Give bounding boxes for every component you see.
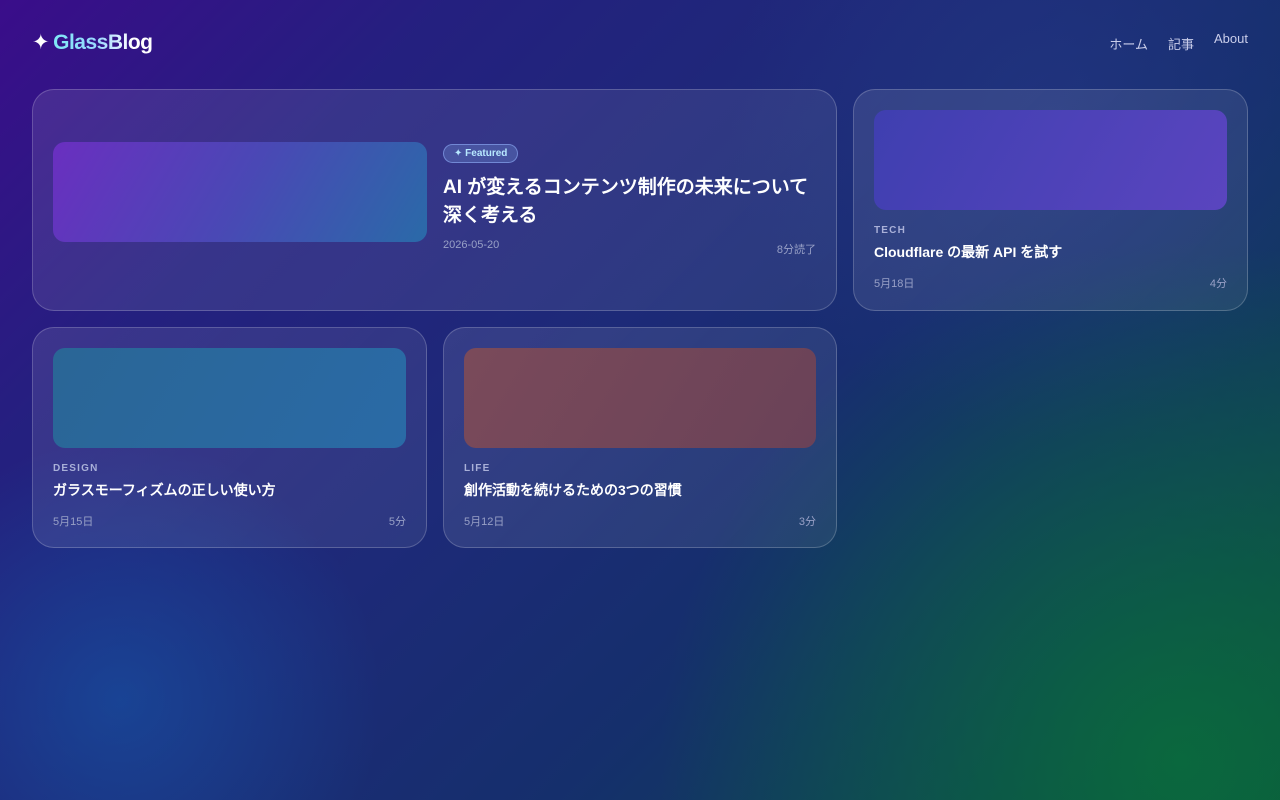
post-title[interactable]: Cloudflare の最新 API を試す <box>874 243 1062 261</box>
brand-name: GlassBlog <box>53 30 153 54</box>
site-logo[interactable]: ✦ GlassBlog <box>32 30 153 55</box>
featured-post-thumbnail <box>53 142 427 242</box>
post-category: TECH <box>874 225 907 236</box>
post-title[interactable]: 創作活動を続けるための3つの習慣 <box>464 481 682 499</box>
site-header: ✦ GlassBlog ホーム 記事 About <box>32 30 1248 60</box>
post-category: DESIGN <box>53 463 99 474</box>
featured-post-date: 2026-05-20 <box>443 239 500 251</box>
main-nav: ホーム 記事 About <box>1109 31 1248 53</box>
post-card[interactable]: LIFE 創作活動を続けるための3つの習慣 5月12日 3分 <box>443 327 837 548</box>
post-thumbnail <box>53 348 406 448</box>
post-date: 5月15日 <box>53 516 94 528</box>
post-read-time: 4分 <box>1209 278 1227 290</box>
post-date: 5月18日 <box>874 278 915 290</box>
nav-articles[interactable]: 記事 <box>1168 34 1194 53</box>
post-category: LIFE <box>464 463 491 474</box>
post-card[interactable]: TECH Cloudflare の最新 API を試す 5月18日 4分 <box>853 89 1248 311</box>
featured-post-title[interactable]: AI が変えるコンテンツ制作の未来について深く考える <box>443 174 821 230</box>
post-title[interactable]: ガラスモーフィズムの正しい使い方 <box>53 481 276 499</box>
post-read-time: 3分 <box>798 516 816 528</box>
sparkle-icon: ✦ <box>32 31 50 54</box>
post-thumbnail <box>464 348 816 448</box>
post-read-time: 5分 <box>388 516 406 528</box>
nav-home[interactable]: ホーム <box>1109 34 1148 53</box>
nav-about[interactable]: About <box>1214 31 1248 50</box>
post-date: 5月12日 <box>464 516 505 528</box>
post-card[interactable]: DESIGN ガラスモーフィズムの正しい使い方 5月15日 5分 <box>32 327 427 548</box>
featured-post-card[interactable]: ✦ Featured AI が変えるコンテンツ制作の未来について深く考える 20… <box>32 89 837 311</box>
post-thumbnail <box>874 110 1227 210</box>
featured-badge: ✦ Featured <box>443 144 519 163</box>
featured-post-read-time: 8分読了 <box>776 244 816 256</box>
